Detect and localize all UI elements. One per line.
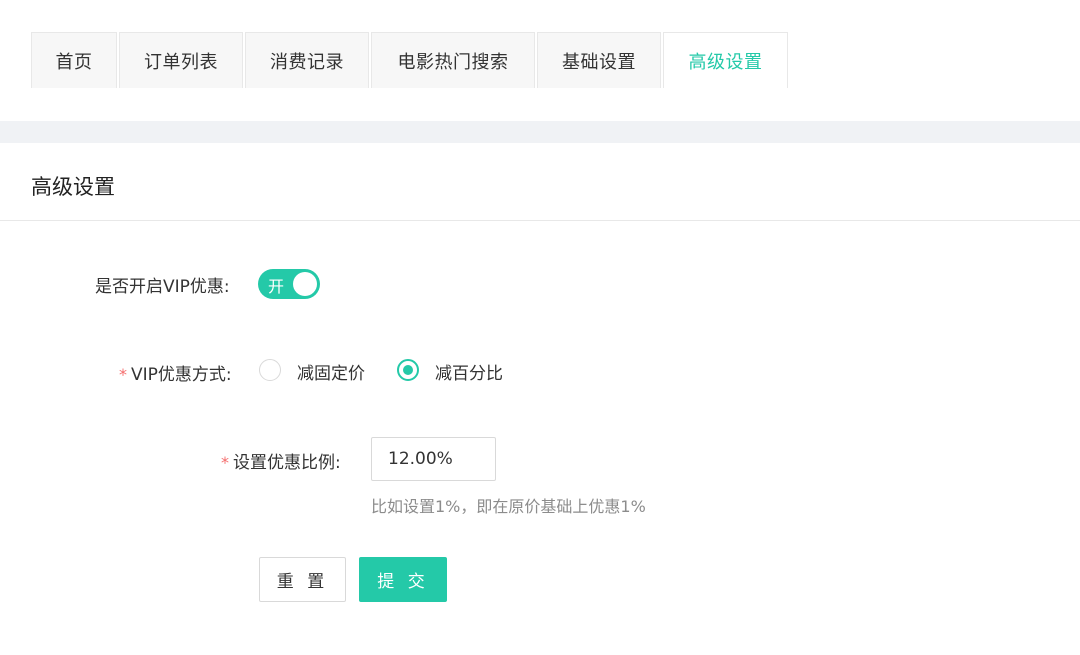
discount-ratio-input[interactable] bbox=[371, 437, 496, 481]
tab-movie-hot-search[interactable]: 电影热门搜索 bbox=[371, 32, 535, 88]
required-asterisk: * bbox=[119, 365, 127, 384]
discount-hint: 比如设置1%，即在原价基础上优惠1% bbox=[371, 497, 646, 516]
section-gap bbox=[0, 121, 1080, 143]
tab-movie-hot-search-label: 电影热门搜索 bbox=[397, 51, 509, 73]
radio-percentage[interactable] bbox=[397, 359, 419, 381]
radio-fixed-price[interactable] bbox=[259, 359, 281, 381]
radio-selected-dot bbox=[403, 365, 413, 375]
switch-knob bbox=[293, 272, 317, 296]
top-tab-bar: 首页 订单列表 消费记录 电影热门搜索 基础设置 高级设置 bbox=[0, 0, 1080, 121]
tab-advanced-settings[interactable]: 高级设置 bbox=[663, 32, 788, 88]
tab-basic-settings[interactable]: 基础设置 bbox=[537, 32, 661, 88]
tab-order-list[interactable]: 订单列表 bbox=[119, 32, 243, 88]
discount-label-row: * 设置优惠比例: bbox=[221, 448, 341, 473]
card-title: 高级设置 bbox=[31, 175, 115, 199]
vip-toggle-switch[interactable]: 开 bbox=[258, 269, 320, 299]
required-asterisk: * bbox=[221, 453, 229, 472]
discount-label: 设置优惠比例: bbox=[233, 453, 341, 473]
radio-fixed-price-label[interactable]: 减固定价 bbox=[297, 359, 365, 384]
vip-toggle-label: 是否开启VIP优惠: bbox=[95, 277, 230, 297]
settings-card: 高级设置 是否开启VIP优惠: 开 * VIP优惠方式: 减固定价 减百分比 * 设… bbox=[0, 143, 1080, 655]
vip-mode-label-row: * VIP优惠方式: bbox=[119, 360, 232, 385]
tab-consumption-records-label: 消费记录 bbox=[270, 51, 344, 73]
tab-basic-settings-label: 基础设置 bbox=[562, 51, 636, 73]
submit-button[interactable]: 提 交 bbox=[359, 557, 447, 602]
radio-percentage-label[interactable]: 减百分比 bbox=[435, 359, 503, 384]
card-divider bbox=[0, 220, 1080, 221]
tab-home-label: 首页 bbox=[55, 51, 93, 73]
tab-advanced-settings-label: 高级设置 bbox=[688, 51, 763, 73]
vip-toggle-on-text: 开 bbox=[268, 277, 285, 296]
tab-home[interactable]: 首页 bbox=[31, 32, 117, 88]
vip-mode-label: VIP优惠方式: bbox=[131, 365, 232, 385]
reset-button[interactable]: 重 置 bbox=[259, 557, 346, 602]
tab-order-list-label: 订单列表 bbox=[144, 51, 218, 73]
tab-consumption-records[interactable]: 消费记录 bbox=[245, 32, 369, 88]
